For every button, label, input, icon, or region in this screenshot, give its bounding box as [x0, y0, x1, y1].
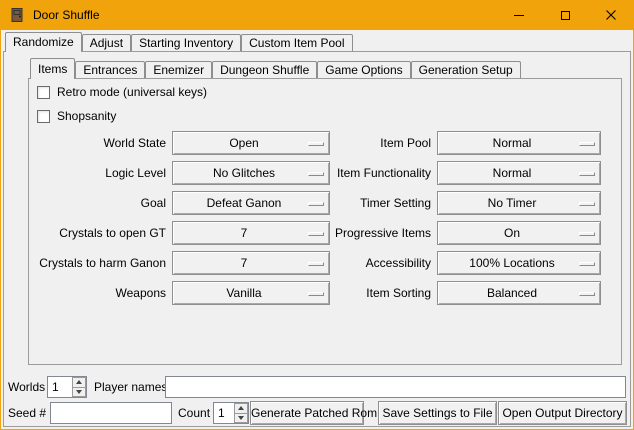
outer-tab-bar: Randomize Adjust Starting Inventory Cust…	[5, 32, 353, 52]
item-functionality-value: Normal	[493, 162, 546, 184]
seed-input[interactable]	[50, 402, 172, 424]
count-spin-buttons	[234, 403, 248, 423]
shopsanity-checkbox[interactable]: Shopsanity	[37, 109, 116, 123]
dropdown-indicator-icon	[579, 142, 595, 146]
save-settings-button[interactable]: Save Settings to File	[378, 401, 497, 425]
inner-tab-bar: Items Entrances Enemizer Dungeon Shuffle…	[30, 57, 521, 79]
window-controls	[496, 0, 634, 30]
seed-label: Seed #	[8, 401, 46, 425]
tab-enemizer[interactable]: Enemizer	[145, 61, 212, 78]
spin-up-button[interactable]	[234, 403, 248, 414]
tab-adjust[interactable]: Adjust	[82, 34, 131, 51]
shopsanity-label: Shopsanity	[57, 109, 116, 123]
dropdown-indicator-icon	[579, 262, 595, 266]
worlds-spinner[interactable]	[47, 376, 87, 398]
worlds-spin-buttons	[72, 377, 86, 397]
logic-level-label: Logic Level	[36, 161, 166, 185]
maximize-button[interactable]	[542, 0, 588, 30]
tab-game-options[interactable]: Game Options	[317, 61, 410, 78]
timer-setting-value: No Timer	[488, 192, 551, 214]
progressive-items-label: Progressive Items	[301, 221, 431, 245]
crystals-harm-ganon-label: Crystals to harm Ganon	[36, 251, 166, 275]
maximize-icon	[561, 11, 570, 20]
item-pool-label: Item Pool	[301, 131, 431, 155]
shopsanity-checkbox-box[interactable]	[37, 110, 50, 123]
timer-setting-dropdown[interactable]: No Timer	[437, 191, 601, 215]
arrow-up-icon	[238, 406, 244, 410]
accessibility-label: Accessibility	[301, 251, 431, 275]
item-pool-dropdown[interactable]: Normal	[437, 131, 601, 155]
item-sorting-label: Item Sorting	[301, 281, 431, 305]
tab-randomize[interactable]: Randomize	[5, 32, 82, 52]
dropdown-indicator-icon	[579, 172, 595, 176]
generate-patched-rom-button[interactable]: Generate Patched Rom	[250, 401, 364, 425]
crystals-open-gt-label: Crystals to open GT	[36, 221, 166, 245]
crystals-harm-ganon-value: 7	[241, 252, 262, 274]
accessibility-value: 100% Locations	[469, 252, 568, 274]
minimize-icon	[514, 15, 524, 16]
minimize-button[interactable]	[496, 0, 542, 30]
accessibility-dropdown[interactable]: 100% Locations	[437, 251, 601, 275]
progressive-items-dropdown[interactable]: On	[437, 221, 601, 245]
spin-down-button[interactable]	[234, 414, 248, 424]
close-icon	[606, 10, 616, 20]
worlds-label: Worlds	[8, 375, 45, 399]
item-functionality-label: Item Functionality	[301, 161, 431, 185]
count-label: Count	[178, 401, 210, 425]
spin-up-button[interactable]	[72, 377, 86, 388]
item-sorting-dropdown[interactable]: Balanced	[437, 281, 601, 305]
tab-custom-item-pool[interactable]: Custom Item Pool	[241, 34, 352, 51]
tab-items[interactable]: Items	[30, 58, 75, 79]
timer-setting-label: Timer Setting	[301, 191, 431, 215]
app-icon[interactable]	[9, 7, 25, 23]
weapons-label: Weapons	[36, 281, 166, 305]
app-window: Door Shuffle Randomize Adjust Starting I…	[0, 0, 634, 430]
count-spinner[interactable]	[213, 402, 249, 424]
tab-entrances[interactable]: Entrances	[75, 61, 145, 78]
dropdown-indicator-icon	[579, 292, 595, 296]
arrow-down-icon	[238, 416, 244, 420]
title-bar[interactable]: Door Shuffle	[0, 0, 634, 30]
item-pool-value: Normal	[493, 132, 546, 154]
goal-label: Goal	[36, 191, 166, 215]
world-state-label: World State	[36, 131, 166, 155]
tab-dungeon-shuffle[interactable]: Dungeon Shuffle	[212, 61, 317, 78]
item-sorting-value: Balanced	[487, 282, 551, 304]
dropdown-indicator-icon	[579, 202, 595, 206]
dropdown-indicator-icon	[579, 232, 595, 236]
world-state-value: Open	[229, 132, 272, 154]
player-names-label: Player names	[94, 375, 167, 399]
tab-generation-setup[interactable]: Generation Setup	[411, 61, 521, 78]
weapons-value: Vanilla	[226, 282, 275, 304]
client-area: Randomize Adjust Starting Inventory Cust…	[1, 30, 633, 429]
spin-down-button[interactable]	[72, 388, 86, 398]
goal-value: Defeat Ganon	[207, 192, 296, 214]
arrow-down-icon	[76, 390, 82, 394]
retro-mode-checkbox[interactable]: Retro mode (universal keys)	[37, 85, 207, 99]
player-names-input[interactable]	[165, 376, 626, 398]
arrow-up-icon	[76, 380, 82, 384]
window-title: Door Shuffle	[33, 0, 100, 30]
item-functionality-dropdown[interactable]: Normal	[437, 161, 601, 185]
open-output-directory-button[interactable]: Open Output Directory	[498, 401, 627, 425]
tab-starting-inventory[interactable]: Starting Inventory	[131, 34, 241, 51]
retro-mode-checkbox-box[interactable]	[37, 86, 50, 99]
logic-level-value: No Glitches	[213, 162, 289, 184]
retro-mode-label: Retro mode (universal keys)	[57, 85, 207, 99]
crystals-open-gt-value: 7	[241, 222, 262, 244]
close-button[interactable]	[588, 0, 634, 30]
progressive-items-value: On	[504, 222, 534, 244]
